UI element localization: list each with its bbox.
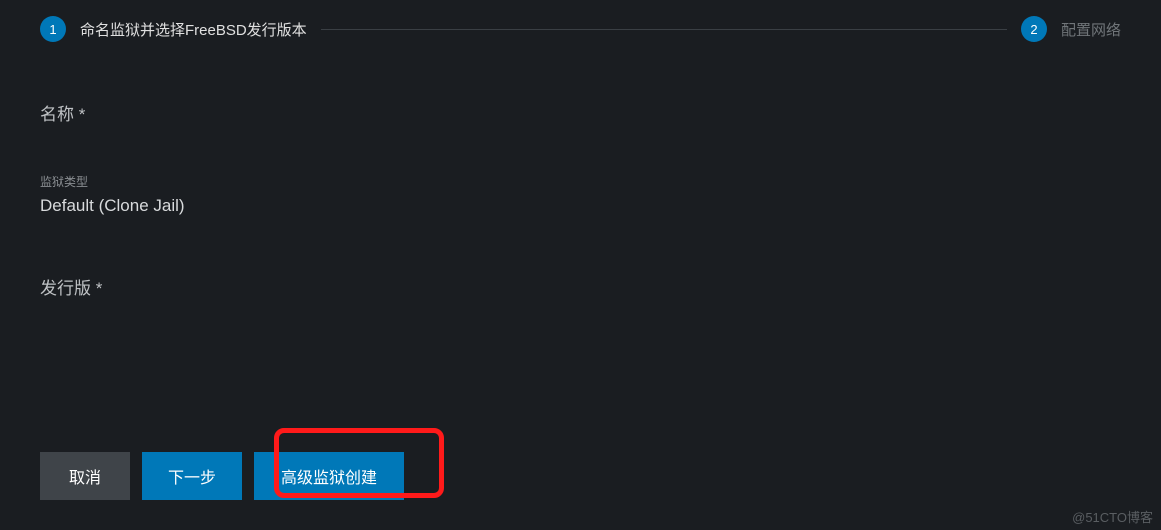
step-2-number: 2 (1021, 16, 1047, 42)
step-1[interactable]: 1 命名监狱并选择FreeBSD发行版本 (40, 16, 307, 42)
advanced-jail-create-button[interactable]: 高级监狱创建 (254, 452, 404, 500)
step-1-label: 命名监狱并选择FreeBSD发行版本 (80, 19, 307, 40)
step-2[interactable]: 2 配置网络 (1021, 16, 1121, 42)
jail-type-label: 监狱类型 (40, 173, 1121, 190)
watermark: @51CTO博客 (1072, 507, 1153, 526)
next-button[interactable]: 下一步 (142, 452, 242, 500)
step-1-number: 1 (40, 16, 66, 42)
cancel-button[interactable]: 取消 (40, 452, 130, 500)
jail-type-value[interactable]: Default (Clone Jail) (40, 196, 1121, 216)
step-2-label: 配置网络 (1061, 19, 1121, 40)
release-field-label[interactable]: 发行版 * (40, 274, 1121, 299)
wizard-stepper: 1 命名监狱并选择FreeBSD发行版本 2 配置网络 (0, 0, 1161, 50)
button-row: 取消 下一步 高级监狱创建 (40, 452, 404, 500)
name-field-label[interactable]: 名称 * (40, 100, 1121, 125)
step-connector (321, 29, 1007, 30)
form-area: 名称 * 监狱类型 Default (Clone Jail) 发行版 * (0, 50, 1161, 299)
